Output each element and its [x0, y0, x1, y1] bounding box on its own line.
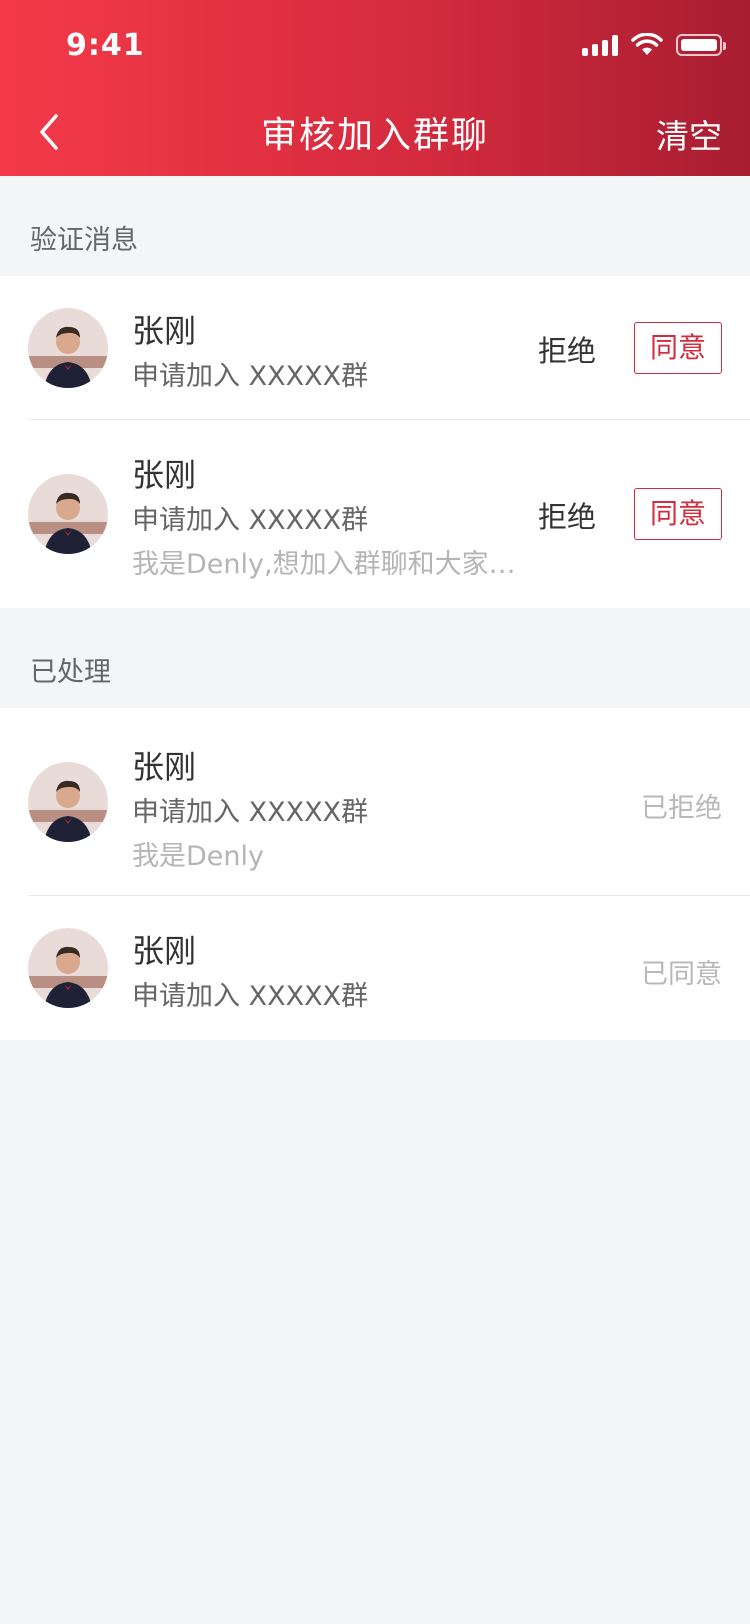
reject-button[interactable]: 拒绝 [538, 328, 596, 370]
requester-name: 张刚 [132, 312, 197, 350]
status-rejected: 已拒绝 [641, 793, 722, 824]
avatar [28, 928, 108, 1008]
avatar-image [28, 308, 108, 388]
requester-name: 张刚 [132, 456, 197, 494]
status-time: 9:41 [66, 28, 145, 63]
battery-icon [676, 34, 726, 56]
clear-button[interactable]: 清空 [656, 110, 722, 158]
header: 9:41 审核加入群聊 清空 [0, 0, 750, 176]
agree-button[interactable]: 同意 [634, 488, 722, 540]
avatar [28, 308, 108, 388]
page-title: 审核加入群聊 [260, 115, 489, 156]
apply-text: 申请加入 XXXXX群 [132, 361, 369, 392]
agree-button[interactable]: 同意 [634, 322, 722, 374]
wifi-icon [631, 33, 663, 55]
status-agreed: 已同意 [641, 959, 722, 990]
apply-text: 申请加入 XXXXX群 [132, 505, 369, 536]
request-message: 我是Denly,想加入群聊和大家… [132, 549, 516, 580]
avatar-image [28, 474, 108, 554]
avatar [28, 474, 108, 554]
section-title-processed: 已处理 [30, 657, 111, 688]
avatar [28, 762, 108, 842]
pending-request-row: 张刚 申请加入 XXXXX群 我是Denly,想加入群聊和大家… 拒绝 同意 [0, 420, 750, 608]
requester-name: 张刚 [132, 932, 197, 970]
processed-request-row: 张刚 申请加入 XXXXX群 已同意 [0, 896, 750, 1040]
apply-text: 申请加入 XXXXX群 [132, 797, 369, 828]
processed-list: 张刚 申请加入 XXXXX群 我是Denly 已拒绝 张刚 申请加入 XXXXX… [0, 708, 750, 1040]
status-icons [582, 32, 726, 58]
reject-button[interactable]: 拒绝 [538, 494, 596, 536]
pending-list: 张刚 申请加入 XXXXX群 拒绝 同意 张刚 申请加入 XXXXX群 我是De… [0, 276, 750, 608]
avatar-image [28, 928, 108, 1008]
processed-request-row: 张刚 申请加入 XXXXX群 我是Denly 已拒绝 [0, 708, 750, 896]
pending-request-row: 张刚 申请加入 XXXXX群 拒绝 同意 [0, 276, 750, 420]
avatar-image [28, 762, 108, 842]
apply-text: 申请加入 XXXXX群 [132, 981, 369, 1012]
request-message: 我是Denly [132, 841, 264, 872]
requester-name: 张刚 [132, 748, 197, 786]
section-title-pending: 验证消息 [30, 225, 138, 256]
cellular-signal-icon [582, 34, 618, 56]
